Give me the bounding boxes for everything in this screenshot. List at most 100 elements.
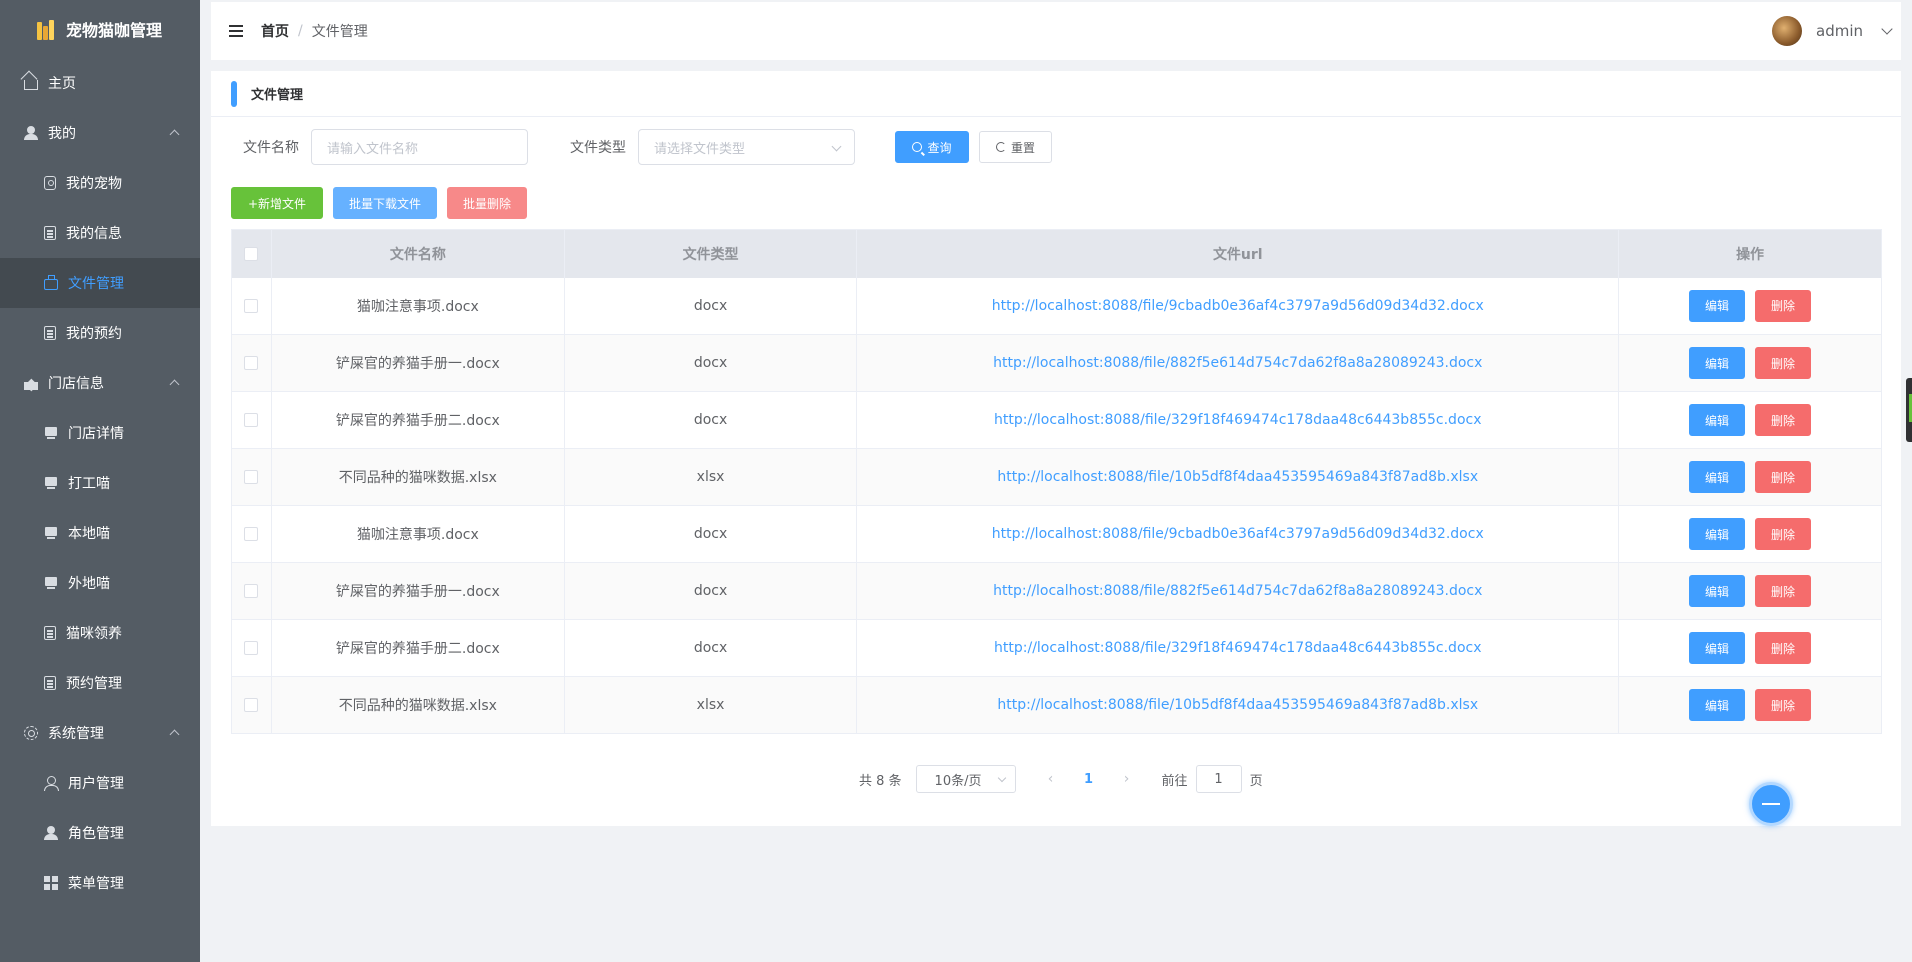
edit-button[interactable]: 编辑 — [1689, 689, 1746, 721]
table-row[interactable]: 铲屎官的养猫手册一.docx docx http://localhost:8088/… — [231, 562, 1882, 620]
row-checkbox[interactable] — [244, 698, 259, 712]
table-row[interactable]: 猫咖注意事项.docx docx http://localhost:8088/fil… — [231, 505, 1882, 563]
row-checkbox[interactable] — [244, 356, 259, 370]
top-header: 首页 / 文件管理 admin — [211, 2, 1901, 60]
table-row[interactable]: 不同品种的猫咪数据.xlsx xlsx http://localhost:8088/… — [231, 448, 1882, 506]
table-row[interactable]: 铲屎官的养猫手册二.docx docx http://localhost:8088/… — [231, 619, 1882, 677]
row-checkbox[interactable] — [244, 584, 259, 598]
sidebar-item-8[interactable]: 打工喵 — [0, 458, 200, 508]
file-name-placeholder: 请输入文件名称 — [327, 141, 419, 157]
file-name-input[interactable]: 请输入文件名称 — [311, 129, 528, 165]
row-checkbox[interactable] — [244, 641, 259, 655]
delete-button[interactable]: 删除 — [1755, 289, 1812, 322]
edit-button[interactable]: 编辑 — [1689, 404, 1746, 436]
monitor-icon — [44, 476, 58, 490]
sidebar-item-14[interactable]: 用户管理 — [0, 758, 200, 808]
avatar[interactable] — [1772, 16, 1802, 46]
delete-button[interactable]: 删除 — [1755, 404, 1812, 436]
prev-page-icon[interactable]: ‹ — [1036, 765, 1066, 793]
table-body: 猫咖注意事项.docx docx http://localhost:8088/fil… — [231, 277, 1882, 734]
delete-button[interactable]: 删除 — [1755, 461, 1812, 493]
float-icon — [1762, 803, 1780, 805]
app-title: 宠物猫咖管理 — [66, 21, 163, 40]
edit-button[interactable]: 编辑 — [1689, 347, 1746, 379]
page-title: 文件管理 — [251, 88, 304, 103]
sidebar-item-16[interactable]: 菜单管理 — [0, 858, 200, 908]
doc-icon — [44, 676, 56, 690]
sidebar-item-9[interactable]: 本地喵 — [0, 508, 200, 558]
table-row[interactable]: 铲屎官的养猫手册一.docx docx http://localhost:8088/… — [231, 334, 1882, 392]
sidebar-item-5[interactable]: 我的预约 — [0, 308, 200, 358]
floating-assistant-button[interactable] — [1749, 782, 1793, 826]
menu-toggle-icon[interactable] — [229, 25, 243, 37]
file-url-link[interactable]: http://localhost:8088/file/9cbadb0e36af4… — [856, 505, 1620, 563]
file-url-link[interactable]: http://localhost:8088/file/882f5e614d754… — [856, 334, 1620, 392]
file-url-link[interactable]: http://localhost:8088/file/329f18f469474… — [856, 619, 1620, 677]
user-icon — [24, 126, 38, 140]
goto-page-input[interactable]: 1 — [1195, 765, 1242, 793]
delete-button[interactable]: 删除 — [1755, 632, 1812, 664]
edit-button[interactable]: 编辑 — [1689, 632, 1746, 664]
file-url-link[interactable]: http://localhost:8088/file/9cbadb0e36af4… — [856, 277, 1620, 335]
user-menu[interactable]: admin — [1772, 2, 1893, 60]
file-url-link[interactable]: http://localhost:8088/file/329f18f469474… — [856, 391, 1620, 449]
batch-download-button[interactable]: 批量下载文件 — [333, 187, 437, 219]
column-header-type[interactable]: 文件类型 — [564, 229, 858, 278]
sidebar-item-0[interactable]: 主页 — [0, 58, 200, 108]
search-button[interactable]: 查询 — [895, 131, 969, 163]
pagination: 共 8 条 10条/页 ‹ 1 › 前往 1 页 — [859, 765, 1263, 793]
sidebar-item-3[interactable]: 我的信息 — [0, 208, 200, 258]
file-type-cell: xlsx — [564, 676, 858, 734]
edit-button[interactable]: 编辑 — [1689, 575, 1746, 607]
select-all-checkbox[interactable] — [244, 246, 259, 261]
sidebar-item-1[interactable]: 我的 — [0, 108, 200, 158]
delete-button[interactable]: 删除 — [1755, 518, 1812, 550]
reset-button[interactable]: 重置 — [979, 131, 1052, 163]
pagination-total: 共 8 条 — [859, 773, 902, 789]
breadcrumb-home[interactable]: 首页 — [261, 21, 289, 41]
edit-button[interactable]: 编辑 — [1689, 518, 1746, 550]
file-type-select[interactable]: 请选择文件类型 — [638, 129, 855, 165]
delete-button[interactable]: 删除 — [1755, 575, 1812, 607]
page-number-current[interactable]: 1 — [1074, 765, 1104, 793]
sidebar-item-2[interactable]: 我的宠物 — [0, 158, 200, 208]
row-checkbox[interactable] — [244, 527, 259, 541]
sidebar-item-10[interactable]: 外地喵 — [0, 558, 200, 608]
sidebar-item-15[interactable]: 角色管理 — [0, 808, 200, 858]
sidebar-item-12[interactable]: 预约管理 — [0, 658, 200, 708]
delete-button[interactable]: 删除 — [1755, 689, 1812, 721]
sidebar-item-11[interactable]: 猫咪领养 — [0, 608, 200, 658]
user-outline-icon — [44, 776, 59, 791]
file-type-cell: docx — [564, 505, 858, 563]
row-checkbox[interactable] — [244, 298, 259, 313]
add-file-button[interactable]: +新增文件 — [231, 187, 323, 219]
edit-button[interactable]: 编辑 — [1689, 289, 1746, 322]
file-url-link[interactable]: http://localhost:8088/file/882f5e614d754… — [856, 562, 1620, 620]
side-scroll-handle[interactable] — [1906, 378, 1912, 442]
delete-button[interactable]: 删除 — [1755, 347, 1812, 379]
column-header-url[interactable]: 文件url — [856, 229, 1620, 278]
table-row[interactable]: 不同品种的猫咪数据.xlsx xlsx http://localhost:8088/… — [231, 676, 1882, 734]
sidebar-item-4[interactable]: 文件管理 — [0, 258, 200, 308]
table-row[interactable]: 铲屎官的养猫手册二.docx docx http://localhost:8088/… — [231, 391, 1882, 449]
file-url-link[interactable]: http://localhost:8088/file/10b5df8f4daa4… — [856, 676, 1620, 734]
next-page-icon[interactable]: › — [1112, 765, 1142, 793]
chevron-down-icon[interactable] — [1881, 23, 1893, 35]
sidebar-item-6[interactable]: 门店信息 — [0, 358, 200, 408]
doc-icon — [44, 626, 56, 640]
batch-delete-button[interactable]: 批量删除 — [447, 187, 527, 219]
sidebar-item-label: 门店详情 — [68, 426, 124, 442]
page-size-select[interactable]: 10条/页 — [915, 765, 1016, 793]
sidebar-item-13[interactable]: 系统管理 — [0, 708, 200, 758]
row-checkbox[interactable] — [244, 470, 259, 484]
column-header-name[interactable]: 文件名称 — [271, 229, 565, 278]
row-checkbox[interactable] — [244, 413, 259, 427]
username[interactable]: admin — [1816, 22, 1863, 40]
row-select-cell — [231, 562, 272, 620]
app-logo[interactable]: 宠物猫咖管理 — [0, 0, 200, 58]
sidebar-item-7[interactable]: 门店详情 — [0, 408, 200, 458]
action-bar: +新增文件 批量下载文件 批量删除 — [231, 187, 527, 219]
table-row[interactable]: 猫咖注意事项.docx docx http://localhost:8088/fil… — [231, 277, 1882, 335]
edit-button[interactable]: 编辑 — [1689, 461, 1746, 493]
file-url-link[interactable]: http://localhost:8088/file/10b5df8f4daa4… — [856, 448, 1620, 506]
